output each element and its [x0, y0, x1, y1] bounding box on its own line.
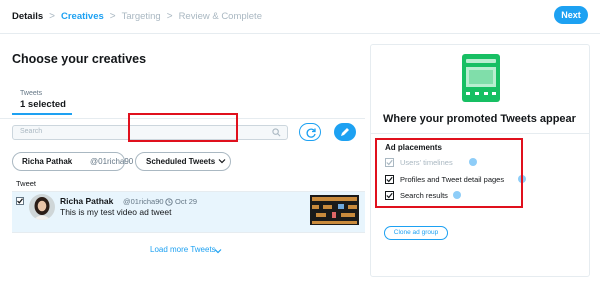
next-button[interactable]: Next — [554, 6, 588, 24]
highlight-box-placements — [375, 138, 523, 208]
tweet-column-header: Tweet — [16, 179, 37, 188]
chevron-right-icon: > — [109, 11, 116, 22]
clone-ad-group-button[interactable]: Clone ad group — [384, 226, 448, 240]
highlight-box-scheduled — [128, 113, 238, 142]
compose-tweet-button[interactable] — [334, 123, 356, 141]
campaign-creatives-page: Details > Creatives > Targeting > Review… — [0, 0, 600, 295]
compose-icon — [341, 128, 349, 136]
breadcrumb-review[interactable]: Review & Complete — [179, 11, 262, 22]
breadcrumb-targeting[interactable]: Targeting — [122, 11, 161, 22]
breadcrumb-creatives[interactable]: Creatives — [61, 11, 104, 22]
video-thumbnail — [310, 195, 359, 225]
chevron-right-icon: > — [49, 11, 55, 22]
row-checkbox[interactable] — [16, 197, 24, 205]
tweet-text: This is my test video ad tweet — [60, 207, 172, 217]
checkbox-icon — [17, 198, 23, 204]
phone-illustration — [462, 54, 500, 102]
chevron-right-icon: > — [166, 11, 173, 22]
load-more-tweets-link[interactable]: Load more Tweets — [150, 245, 216, 254]
chevron-down-icon — [218, 159, 226, 164]
creatives-panel: Choose your creatives Tweets 1 selected … — [0, 34, 365, 295]
table-row[interactable]: Richa Pathak @01richa90 · Oct 29 This is… — [12, 192, 365, 232]
breadcrumb: Details > Creatives > Targeting > Review… — [12, 11, 262, 22]
user-filter-button[interactable]: Richa Pathak @01richa90 — [12, 152, 133, 171]
avatar — [29, 194, 55, 220]
scheduled-tweets-label: Scheduled Tweets — [146, 157, 216, 166]
refresh-button[interactable] — [299, 123, 321, 141]
tab-tweets-count[interactable]: 1 selected — [20, 99, 66, 110]
tweet-date: Oct 29 — [175, 197, 198, 206]
tab-tweets-label[interactable]: Tweets — [20, 90, 42, 97]
tweet-author-name: Richa Pathak — [60, 196, 114, 206]
refresh-icon — [306, 128, 316, 138]
breadcrumb-details[interactable]: Details — [12, 11, 43, 22]
divider — [371, 133, 589, 134]
search-icon[interactable] — [272, 128, 281, 137]
chevron-down-icon[interactable] — [214, 247, 222, 255]
user-filter-name: Richa Pathak — [22, 157, 73, 166]
active-tab-indicator — [12, 113, 72, 115]
top-bar: Details > Creatives > Targeting > Review… — [0, 0, 600, 34]
clock-icon — [165, 198, 173, 206]
scheduled-tweets-dropdown[interactable]: Scheduled Tweets — [135, 152, 231, 171]
search-placeholder: Search — [20, 128, 43, 135]
placements-heading: Where your promoted Tweets appear — [383, 113, 576, 125]
tweet-meta-separator: · — [158, 196, 161, 205]
divider — [12, 232, 365, 233]
page-title: Choose your creatives — [12, 52, 147, 66]
user-filter-handle: @01richa90 — [90, 157, 134, 166]
